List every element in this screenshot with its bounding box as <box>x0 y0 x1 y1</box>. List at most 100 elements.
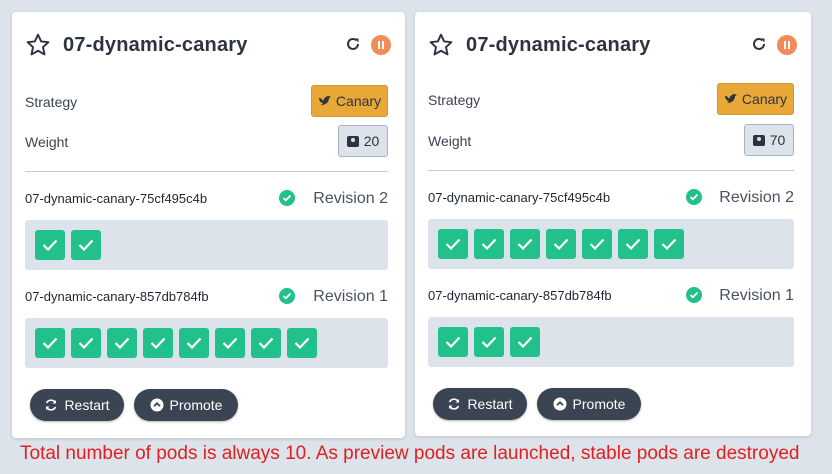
promote-label: Promote <box>572 396 626 412</box>
pod-check-icon <box>78 239 94 251</box>
weight-icon <box>752 135 765 146</box>
card-header: 07-dynamic-canary <box>25 32 391 62</box>
pod[interactable] <box>215 328 245 358</box>
pause-icon[interactable] <box>371 35 391 55</box>
rollout-title: 07-dynamic-canary <box>63 34 248 56</box>
weight-badge: 20 <box>338 125 388 157</box>
weight-label: Weight <box>428 133 472 149</box>
pod-check-icon <box>42 239 58 251</box>
check-circle-icon <box>279 190 295 206</box>
pod-check-icon <box>481 336 497 348</box>
pod-check-icon <box>42 337 58 349</box>
pod[interactable] <box>438 229 468 259</box>
strategy-value: Canary <box>741 91 788 107</box>
restart-label: Restart <box>64 397 110 413</box>
pod-check-icon <box>258 337 274 349</box>
pod[interactable] <box>546 229 576 259</box>
pod-check-icon <box>661 238 677 250</box>
refresh-icon[interactable] <box>751 36 767 52</box>
weight-value: 20 <box>363 133 380 149</box>
revision-label: Revision 2 <box>313 190 388 207</box>
check-circle-icon <box>279 288 295 304</box>
strategy-value: Canary <box>335 93 382 109</box>
pod-list <box>35 230 101 260</box>
weight-icon <box>346 136 359 147</box>
pod-check-icon <box>78 337 94 349</box>
pod-area <box>25 220 388 270</box>
pod-area <box>428 317 794 367</box>
replicaset-name: 07-dynamic-canary-75cf495c4b <box>428 190 611 205</box>
promote-icon <box>553 397 567 411</box>
pod-check-icon <box>445 336 461 348</box>
pod[interactable] <box>510 229 540 259</box>
pod-area <box>428 219 794 269</box>
pod[interactable] <box>474 327 504 357</box>
card-header: 07-dynamic-canary <box>428 32 797 62</box>
restart-icon <box>449 398 460 410</box>
pod-check-icon <box>625 238 641 250</box>
pod-list <box>438 327 540 357</box>
star-icon[interactable] <box>25 32 51 58</box>
pod[interactable] <box>287 328 317 358</box>
pod[interactable] <box>582 229 612 259</box>
pod-area <box>25 318 388 368</box>
pod-check-icon <box>150 337 166 349</box>
promote-button[interactable]: Promote <box>134 389 238 421</box>
pod[interactable] <box>143 328 173 358</box>
pod[interactable] <box>179 328 209 358</box>
pod[interactable] <box>71 230 101 260</box>
pod-list <box>438 229 684 259</box>
promote-button[interactable]: Promote <box>537 388 641 420</box>
weight-value: 70 <box>769 132 786 148</box>
strategy-badge: Canary <box>717 83 794 115</box>
pod-check-icon <box>186 337 202 349</box>
pod-check-icon <box>589 238 605 250</box>
weight-badge: 70 <box>744 124 794 156</box>
pod[interactable] <box>251 328 281 358</box>
pause-icon[interactable] <box>777 35 797 55</box>
check-circle-icon <box>686 189 702 205</box>
pod-check-icon <box>445 238 461 250</box>
replicaset-name: 07-dynamic-canary-857db784fb <box>25 289 209 304</box>
pod-check-icon <box>517 238 533 250</box>
revision-label: Revision 1 <box>719 287 794 304</box>
divider <box>25 171 388 172</box>
pod[interactable] <box>510 327 540 357</box>
canary-bird-icon <box>724 94 737 103</box>
divider <box>428 170 794 171</box>
strategy-label: Strategy <box>428 92 481 108</box>
promote-label: Promote <box>169 397 223 413</box>
caption-text: Total number of pods is always 10. As pr… <box>20 443 800 464</box>
canary-bird-icon <box>318 96 331 105</box>
pod-check-icon <box>481 238 497 250</box>
strategy-label: Strategy <box>25 94 78 110</box>
pod-check-icon <box>517 336 533 348</box>
refresh-icon[interactable] <box>345 36 361 52</box>
replicaset-name: 07-dynamic-canary-857db784fb <box>428 288 612 303</box>
rollout-card-2: 07-dynamic-canary Strategy Canary Weight… <box>415 12 811 436</box>
rollout-title: 07-dynamic-canary <box>466 34 651 56</box>
pod[interactable] <box>35 328 65 358</box>
restart-button[interactable]: Restart <box>433 388 527 420</box>
pod[interactable] <box>474 229 504 259</box>
pod-check-icon <box>553 238 569 250</box>
pod[interactable] <box>71 328 101 358</box>
pod[interactable] <box>618 229 648 259</box>
pod-list <box>35 328 317 358</box>
restart-label: Restart <box>467 396 513 412</box>
star-icon[interactable] <box>428 32 454 58</box>
pod-check-icon <box>294 337 310 349</box>
restart-button[interactable]: Restart <box>30 389 124 421</box>
revision-label: Revision 1 <box>313 288 388 305</box>
pod[interactable] <box>35 230 65 260</box>
replicaset-name: 07-dynamic-canary-75cf495c4b <box>25 191 208 206</box>
pod[interactable] <box>438 327 468 357</box>
pod[interactable] <box>654 229 684 259</box>
pod[interactable] <box>107 328 137 358</box>
pod-check-icon <box>222 337 238 349</box>
strategy-badge: Canary <box>311 85 388 117</box>
weight-label: Weight <box>25 134 69 150</box>
restart-icon <box>46 399 57 411</box>
promote-icon <box>150 398 164 412</box>
pod-check-icon <box>114 337 130 349</box>
